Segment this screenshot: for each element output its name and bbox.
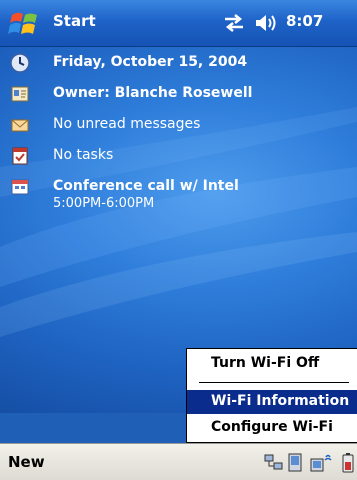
tasks-item[interactable]: No tasks (0, 140, 357, 172)
menu-item-label: Wi-Fi Information (211, 393, 350, 409)
title-bar: Start 8:07 (0, 0, 357, 47)
appointment-title: Conference call w/ Intel (53, 178, 239, 194)
pc-sync-tray-icon[interactable] (286, 452, 306, 474)
clock-icon (10, 53, 30, 73)
battery-tray-icon[interactable] (340, 452, 357, 474)
menu-separator (199, 382, 349, 383)
date-item[interactable]: Friday, October 15, 2004 (0, 47, 357, 79)
appointment-item[interactable]: Conference call w/ Intel 5:00PM-6:00PM (0, 171, 357, 217)
bottom-command-bar: New (0, 443, 357, 480)
calendar-icon (11, 179, 29, 195)
new-button[interactable]: New (8, 453, 45, 471)
volume-icon[interactable] (254, 12, 278, 34)
wifi-context-menu: Turn Wi-Fi Off Wi-Fi Information Configu… (186, 348, 357, 443)
owner-card-icon (11, 86, 29, 102)
menu-item-configure-wifi[interactable]: Configure Wi-Fi (187, 416, 357, 440)
owner-text: Owner: Blanche Rosewell (53, 85, 253, 101)
appointment-time: 5:00PM-6:00PM (53, 196, 155, 211)
wifi-tray-icon[interactable] (309, 452, 333, 474)
network-tray-icon[interactable] (263, 452, 285, 474)
date-text: Friday, October 15, 2004 (53, 54, 248, 70)
owner-item[interactable]: Owner: Blanche Rosewell (0, 78, 357, 110)
tasks-icon (12, 147, 28, 165)
inbox-icon (11, 119, 29, 132)
menu-item-label: Turn Wi-Fi Off (211, 355, 320, 371)
menu-item-wifi-information[interactable]: Wi-Fi Information (187, 390, 357, 414)
menu-item-turn-wifi-off[interactable]: Turn Wi-Fi Off (187, 352, 357, 376)
messages-text: No unread messages (53, 116, 201, 132)
connectivity-icon[interactable] (221, 13, 247, 33)
menu-item-label: Configure Wi-Fi (211, 419, 333, 435)
start-menu-button[interactable]: Start (53, 12, 96, 30)
messages-item[interactable]: No unread messages (0, 109, 357, 141)
tasks-text: No tasks (53, 147, 114, 163)
clock[interactable]: 8:07 (286, 12, 323, 30)
windows-flag-icon[interactable] (8, 7, 40, 39)
